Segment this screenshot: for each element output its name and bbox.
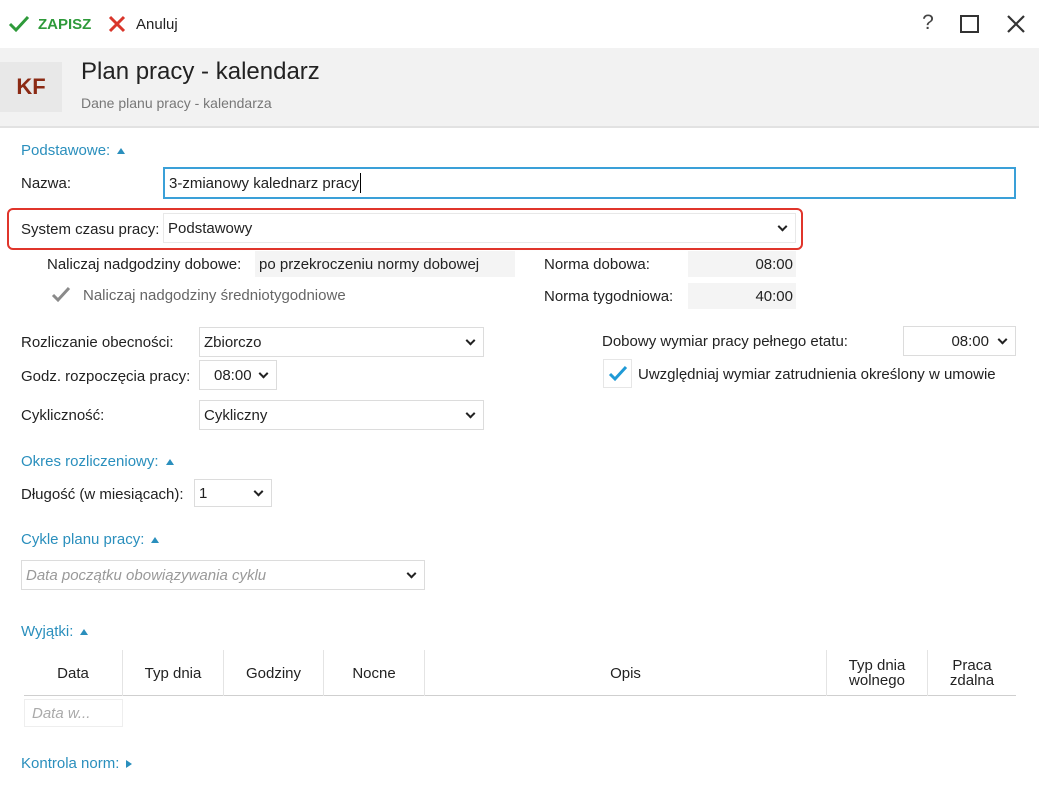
fulltime-label: Dobowy wymiar pracy pełnego etatu:: [602, 333, 848, 350]
help-icon: ?: [922, 11, 934, 34]
page-title: Plan pracy - kalendarz: [81, 58, 320, 85]
chevron-down-icon: [465, 335, 476, 346]
attendance-select-value: Zbiorczo: [204, 333, 262, 351]
collapse-icon: [165, 459, 174, 466]
section-exceptions-label: Wyjątki:: [21, 623, 74, 640]
section-exceptions-toggle[interactable]: Wyjątki:: [21, 623, 89, 640]
help-button[interactable]: ?: [918, 11, 938, 37]
start-hour-value: 08:00: [214, 366, 252, 384]
cyclic-select[interactable]: Cykliczny: [199, 400, 484, 430]
length-value: 1: [199, 484, 208, 502]
attendance-label: Rozliczanie obecności:: [21, 334, 174, 351]
maximize-button[interactable]: [960, 15, 979, 33]
col-remote-work[interactable]: Praca zdalna: [928, 650, 1016, 696]
exceptions-date-placeholder: Data w...: [32, 704, 91, 722]
include-contract-checkbox[interactable]: [603, 359, 632, 388]
text-cursor: [360, 173, 362, 193]
section-norms-toggle[interactable]: Kontrola norm:: [21, 755, 133, 772]
col-description[interactable]: Opis: [425, 650, 827, 696]
norm-daily-text: 08:00: [755, 255, 793, 273]
overtime-daily-label: Naliczaj nadgodziny dobowe:: [47, 256, 242, 273]
section-basic-label: Podstawowe:: [21, 142, 111, 159]
expand-icon: [126, 760, 133, 769]
checkmark-icon: [8, 15, 30, 33]
col-night[interactable]: Nocne: [324, 650, 425, 696]
collapse-icon: [151, 537, 160, 544]
norm-weekly-value: 40:00: [688, 283, 796, 309]
close-icon: [1007, 15, 1025, 33]
cancel-button[interactable]: Anuluj: [108, 12, 178, 36]
col-day-type[interactable]: Typ dnia: [123, 650, 224, 696]
close-x-icon: [108, 15, 126, 33]
overtime-weekly-label: Naliczaj nadgodziny średniotygodniowe: [83, 287, 346, 304]
save-button[interactable]: ZAPISZ: [8, 12, 91, 36]
checkmark-icon: [51, 286, 71, 303]
section-cycles-label: Cykle planu pracy:: [21, 531, 145, 548]
close-window-button[interactable]: [1006, 14, 1026, 34]
collapse-icon: [117, 148, 126, 155]
start-hour-label: Godz. rozpoczęcia pracy:: [21, 368, 191, 385]
cycle-date-placeholder: Data początku obowiązywania cyklu: [26, 566, 267, 584]
exceptions-date-filter[interactable]: Data w...: [24, 699, 123, 727]
toolbar: ZAPISZ Anuluj ?: [0, 0, 1039, 48]
chevron-down-icon: [465, 408, 476, 419]
overtime-weekly-checkbox[interactable]: [47, 281, 75, 309]
start-hour-select[interactable]: 08:00: [199, 360, 277, 390]
system-label: System czasu pracy:: [21, 221, 160, 238]
cyclic-label: Cykliczność:: [21, 407, 105, 424]
exceptions-grid-header: Data Typ dnia Godziny Nocne Opis Typ dni…: [24, 650, 1016, 696]
norm-daily-label: Norma dobowa:: [544, 256, 650, 273]
chevron-down-icon: [406, 568, 417, 579]
page-header: KF Plan pracy - kalendarz Dane planu pra…: [0, 48, 1039, 128]
section-cycles-toggle[interactable]: Cykle planu pracy:: [21, 531, 160, 548]
system-select-value: Podstawowy: [168, 219, 253, 237]
chevron-down-icon: [258, 368, 269, 379]
section-period-label: Okres rozliczeniowy:: [21, 453, 159, 470]
norm-weekly-label: Norma tygodniowa:: [544, 288, 674, 305]
section-period-toggle[interactable]: Okres rozliczeniowy:: [21, 453, 174, 470]
avatar: KF: [0, 62, 62, 112]
length-select[interactable]: 1: [194, 479, 272, 507]
chevron-down-icon: [253, 486, 264, 497]
cycle-date-select[interactable]: Data początku obowiązywania cyklu: [21, 560, 425, 590]
overtime-daily-text: po przekroczeniu normy dobowej: [259, 255, 480, 273]
name-label: Nazwa:: [21, 175, 72, 192]
section-basic-toggle[interactable]: Podstawowe:: [21, 142, 126, 159]
length-label: Długość (w miesiącach):: [21, 486, 184, 503]
fulltime-value: 08:00: [951, 332, 989, 350]
cancel-label: Anuluj: [136, 15, 178, 33]
include-contract-label: Uwzględniaj wymiar zatrudnienia określon…: [638, 366, 996, 383]
norm-daily-value: 08:00: [688, 251, 796, 277]
chevron-down-icon: [777, 221, 788, 232]
name-input[interactable]: 3-zmianowy kalednarz pracy: [163, 167, 1016, 199]
name-input-value: 3-zmianowy kalednarz pracy: [169, 174, 360, 192]
fulltime-select[interactable]: 08:00: [903, 326, 1016, 356]
col-day-off-type[interactable]: Typ dnia wolnego: [827, 650, 928, 696]
cyclic-select-value: Cykliczny: [204, 406, 268, 424]
section-norms-label: Kontrola norm:: [21, 755, 120, 772]
overtime-daily-value: po przekroczeniu normy dobowej: [255, 251, 515, 277]
col-date[interactable]: Data: [24, 650, 123, 696]
chevron-down-icon: [997, 334, 1008, 345]
checkmark-icon: [608, 365, 627, 381]
attendance-select[interactable]: Zbiorczo: [199, 327, 484, 357]
norm-weekly-text: 40:00: [755, 287, 793, 305]
col-hours[interactable]: Godziny: [224, 650, 324, 696]
page-subtitle: Dane planu pracy - kalendarza: [81, 95, 272, 111]
collapse-icon: [80, 629, 89, 636]
save-label: ZAPISZ: [38, 15, 92, 33]
system-select[interactable]: Podstawowy: [163, 213, 796, 243]
